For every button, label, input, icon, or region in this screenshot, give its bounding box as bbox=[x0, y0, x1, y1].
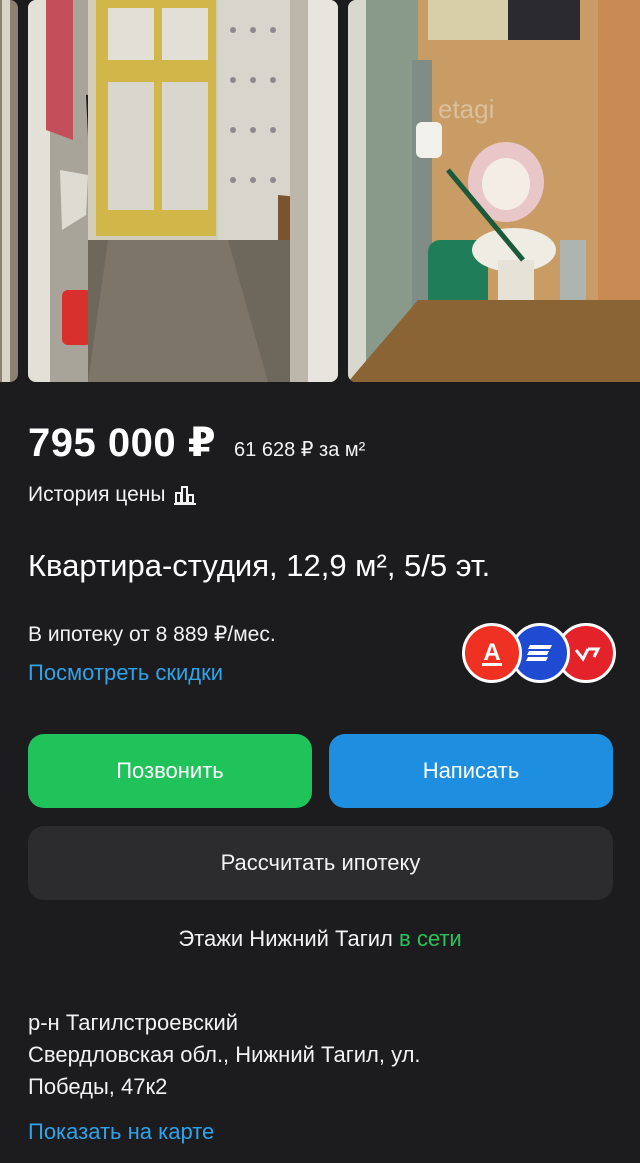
address-district: р-н Тагилстроевский bbox=[28, 1010, 239, 1035]
price-history-label: История цены bbox=[28, 483, 166, 506]
price-row: 795 000 ₽ 61 628 ₽ за м² bbox=[28, 420, 365, 466]
address-line-1: Свердловская обл., Нижний Тагил, ул. bbox=[28, 1042, 421, 1067]
gallery-photo-previous[interactable] bbox=[0, 0, 18, 382]
online-status: в сети bbox=[399, 926, 462, 951]
mortgage-payment-text: В ипотеку от 8 889 ₽/мес. bbox=[28, 623, 276, 646]
call-button[interactable]: Позвонить bbox=[28, 734, 312, 808]
gallery-watermark: etagi bbox=[438, 94, 494, 124]
view-discounts-link[interactable]: Посмотреть скидки bbox=[28, 660, 223, 686]
price-per-sqm: 61 628 ₽ за м² bbox=[234, 439, 366, 461]
address-block: р-н Тагилстроевский Свердловская обл., Н… bbox=[28, 1007, 421, 1103]
bank-logos[interactable]: А bbox=[462, 623, 616, 683]
photo-gallery[interactable]: etagi bbox=[0, 0, 640, 382]
gallery-photo-toilet[interactable]: etagi bbox=[348, 0, 640, 382]
price: 795 000 ₽ bbox=[28, 421, 217, 465]
price-history-link[interactable]: История цены bbox=[28, 483, 197, 507]
calculate-mortgage-button[interactable]: Рассчитать ипотеку bbox=[28, 826, 613, 900]
listing-title: Квартира-студия, 12,9 м², 5/5 эт. bbox=[28, 548, 491, 583]
gallery-photo-hallway[interactable] bbox=[28, 0, 338, 382]
address-line-2: Победы, 47к2 bbox=[28, 1074, 168, 1099]
bar-chart-icon bbox=[173, 484, 197, 506]
show-on-map-link[interactable]: Показать на карте bbox=[28, 1119, 214, 1145]
agency-name: Этажи Нижний Тагил bbox=[178, 926, 393, 951]
svg-text:А: А bbox=[483, 639, 500, 666]
alfa-bank-logo-icon: А bbox=[462, 623, 522, 683]
agency-status[interactable]: Этажи Нижний Тагил в сети bbox=[0, 926, 640, 952]
write-message-button[interactable]: Написать bbox=[329, 734, 613, 808]
